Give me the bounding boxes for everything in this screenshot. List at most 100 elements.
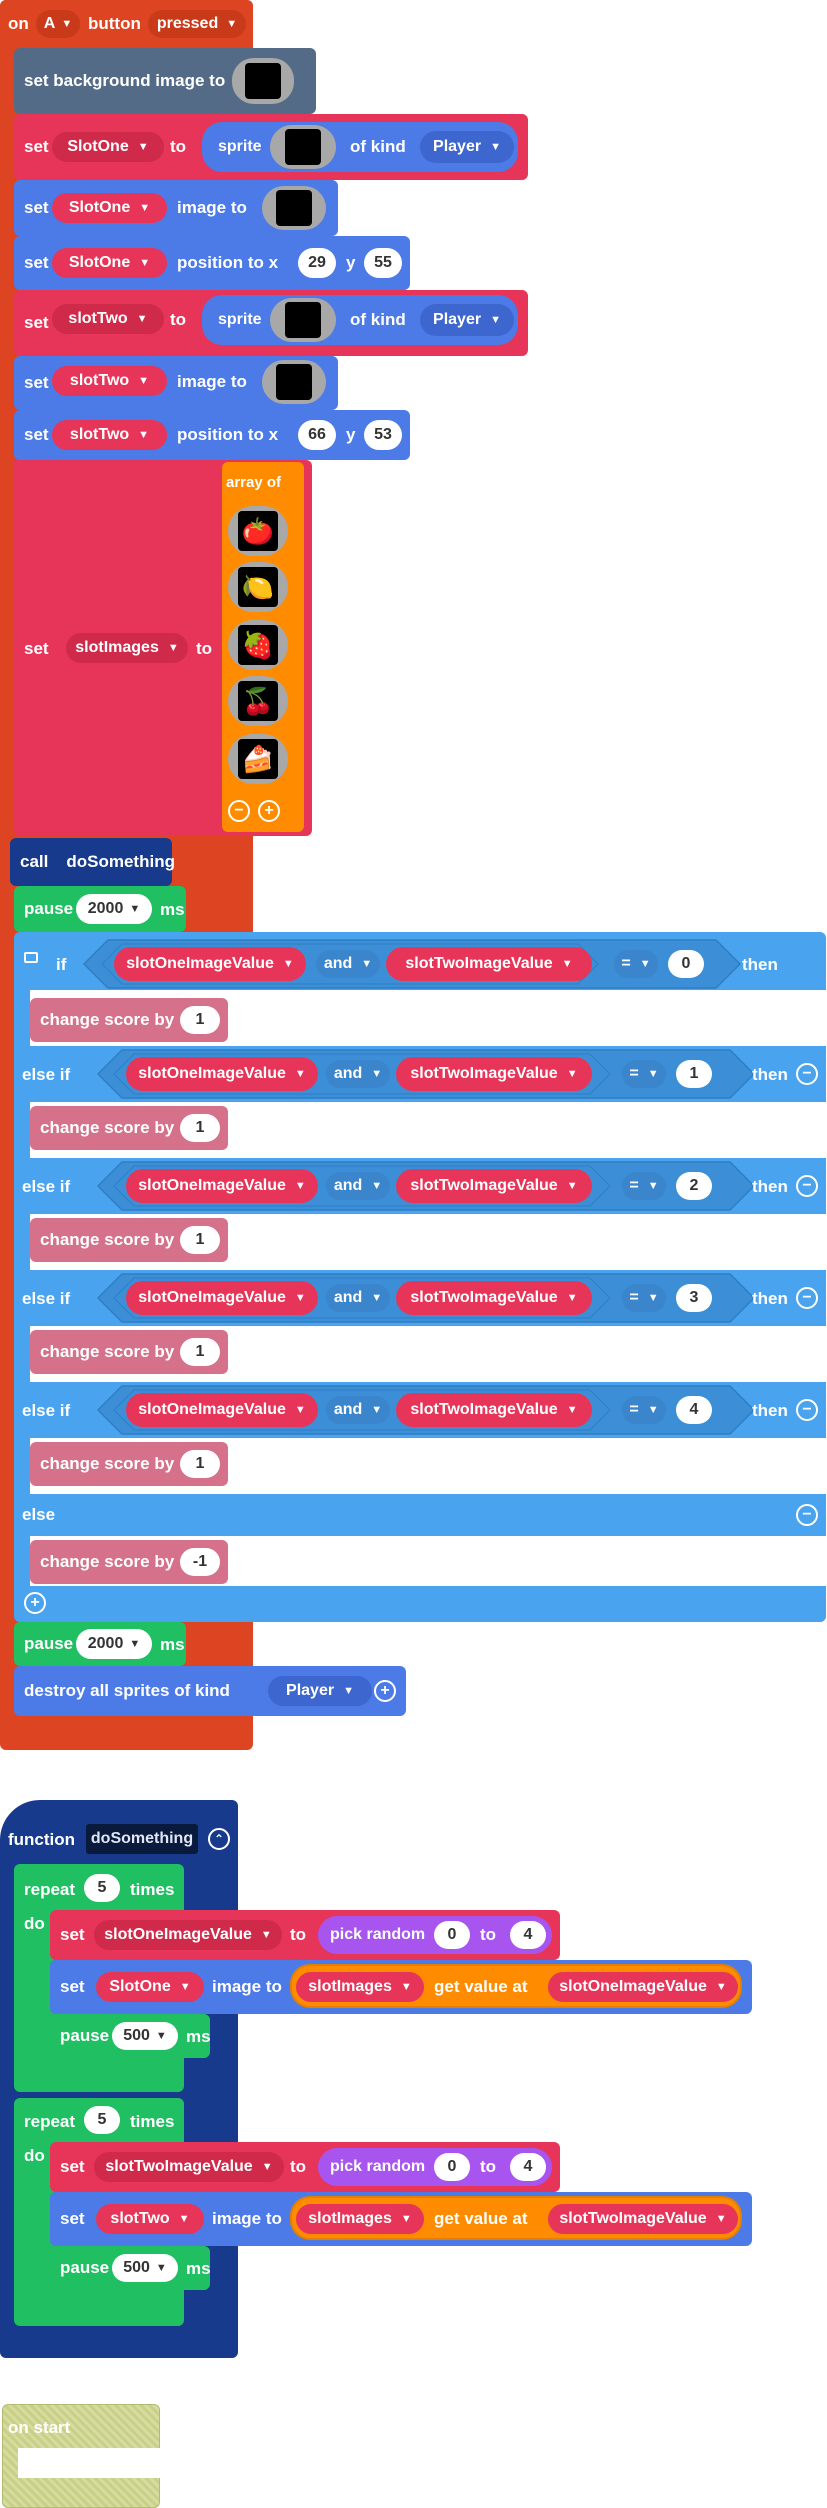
slotimages-var-dropdown[interactable]: slotImages	[66, 633, 188, 663]
slottwo-image-picker[interactable]	[262, 360, 326, 404]
random-1-min[interactable]: 0	[434, 1921, 470, 1949]
slotone-image-picker[interactable]	[262, 186, 326, 230]
fruit-slot-1[interactable]: 🍅	[228, 506, 288, 556]
cond-4-value[interactable]: 4	[676, 1396, 712, 1424]
remove-item-icon[interactable]: −	[228, 800, 250, 822]
slottwo-sprite-image-picker[interactable]	[270, 298, 336, 342]
slotone-sprite-image-picker[interactable]	[270, 125, 336, 169]
slotone-func-var-dropdown[interactable]: SlotOne	[96, 1972, 204, 2002]
score-value-0[interactable]: 1	[180, 1006, 220, 1034]
slottwo-y-input[interactable]: 53	[364, 420, 402, 450]
slotone-y-input[interactable]: 55	[364, 248, 402, 278]
slotone-image-var-dropdown[interactable]: SlotOne	[52, 193, 167, 223]
add-argument-icon[interactable]: +	[374, 1680, 396, 1702]
random-1-max[interactable]: 4	[510, 1921, 546, 1949]
cond-2-var-one[interactable]: slotOneImageValue	[126, 1169, 318, 1203]
random-2-min[interactable]: 0	[434, 2153, 470, 2181]
cond-2-and-dropdown[interactable]: and	[326, 1172, 390, 1200]
pause-1-dropdown[interactable]: 2000 ▼	[76, 894, 152, 924]
add-item-icon[interactable]: +	[258, 800, 280, 822]
cond-4-var-one[interactable]: slotOneImageValue	[126, 1393, 318, 1427]
fruit-slot-3[interactable]: 🍓	[228, 620, 288, 670]
cond-0-eq-dropdown[interactable]: =	[614, 950, 658, 978]
pause-3-dropdown[interactable]: 500 ▼	[112, 2022, 178, 2050]
repeat-2-count[interactable]: 5	[84, 2106, 120, 2134]
slottwo-kind-dropdown[interactable]: Player	[420, 304, 514, 336]
position-to-x-label: position to x	[177, 253, 279, 272]
to-label: to	[290, 2157, 307, 2176]
pause-2-dropdown[interactable]: 2000 ▼	[76, 1629, 152, 1659]
slottwo-image-var-dropdown[interactable]: slotTwo	[52, 366, 167, 396]
remove-elseif-icon[interactable]: −	[796, 1287, 818, 1309]
score-value-4[interactable]: 1	[180, 1450, 220, 1478]
cake-icon: 🍰	[238, 739, 278, 779]
remove-elseif-icon[interactable]: −	[796, 1399, 818, 1421]
slottwo-position-var-dropdown[interactable]: slotTwo	[52, 420, 167, 450]
slotone-kind-dropdown[interactable]: Player	[420, 131, 514, 163]
if-footer[interactable]	[14, 1586, 826, 1622]
score-value-2[interactable]: 1	[180, 1226, 220, 1254]
cond-0-value[interactable]: 0	[668, 950, 704, 978]
cond-0-and-dropdown[interactable]: and	[316, 950, 380, 978]
random-2-max[interactable]: 4	[510, 2153, 546, 2181]
comment-icon[interactable]	[24, 952, 38, 963]
cond-3-value[interactable]: 3	[676, 1284, 712, 1312]
else-if-label: else if	[22, 1289, 71, 1308]
background-image-picker[interactable]	[232, 58, 294, 104]
image-to-label: image to	[212, 1977, 282, 1996]
random-2-var-dropdown[interactable]: slotTwoImageValue	[94, 2152, 284, 2182]
repeat-label: repeat	[24, 1880, 76, 1899]
slotone-x-input[interactable]: 29	[298, 248, 336, 278]
index-var-dropdown-2[interactable]: slotTwoImageValue	[548, 2204, 738, 2234]
call-function-block[interactable]: call doSomething	[10, 838, 175, 886]
ms-label: ms	[186, 2027, 211, 2046]
state-dropdown[interactable]: pressed ▼	[148, 10, 246, 38]
cond-3-and-dropdown[interactable]: and	[326, 1284, 390, 1312]
slotone-position-var-dropdown[interactable]: SlotOne	[52, 248, 167, 278]
fruit-slot-5[interactable]: 🍰	[228, 734, 288, 784]
key-dropdown[interactable]: A ▼	[36, 10, 80, 38]
cond-1-and-dropdown[interactable]: and	[326, 1060, 390, 1088]
cond-2-var-two[interactable]: slotTwoImageValue	[396, 1169, 592, 1203]
to-label: to	[290, 1925, 307, 1944]
cond-4-and-dropdown[interactable]: and	[326, 1396, 390, 1424]
remove-else-icon[interactable]: −	[796, 1504, 818, 1526]
add-elseif-icon[interactable]: +	[24, 1592, 46, 1614]
cond-3-var-one[interactable]: slotOneImageValue	[126, 1281, 318, 1315]
cond-3-eq-dropdown[interactable]: =	[622, 1284, 666, 1312]
cond-1-var-two[interactable]: slotTwoImageValue	[396, 1057, 592, 1091]
fruit-slot-2[interactable]: 🍋	[228, 562, 288, 612]
score-value-1[interactable]: 1	[180, 1114, 220, 1142]
pause-4-dropdown[interactable]: 500 ▼	[112, 2254, 178, 2282]
fruit-slot-4[interactable]: 🍒	[228, 676, 288, 726]
cond-3-var-two[interactable]: slotTwoImageValue	[396, 1281, 592, 1315]
index-var-dropdown-1[interactable]: slotOneImageValue	[548, 1972, 738, 2002]
score-value-5[interactable]: -1	[180, 1548, 220, 1576]
slottwo-func-var-dropdown[interactable]: slotTwo	[96, 2204, 204, 2234]
slotimages-func-dropdown-2[interactable]: slotImages	[296, 2204, 424, 2234]
function-name-input[interactable]: doSomething	[86, 1824, 198, 1854]
destroy-kind-dropdown[interactable]: Player	[268, 1676, 372, 1706]
remove-elseif-icon[interactable]: −	[796, 1063, 818, 1085]
cond-1-eq-dropdown[interactable]: =	[622, 1060, 666, 1088]
cond-0-var-two[interactable]: slotTwoImageValue	[386, 947, 592, 981]
then-label: then	[752, 1177, 788, 1196]
random-1-var-dropdown[interactable]: slotOneImageValue	[94, 1920, 282, 1950]
remove-elseif-icon[interactable]: −	[796, 1175, 818, 1197]
collapse-function-icon[interactable]: ⌃	[208, 1828, 230, 1850]
cond-4-var-two[interactable]: slotTwoImageValue	[396, 1393, 592, 1427]
repeat-1-count[interactable]: 5	[84, 1874, 120, 1902]
else-row[interactable]	[14, 1494, 826, 1536]
cond-0-var-one[interactable]: slotOneImageValue	[114, 947, 306, 981]
slotimages-func-dropdown-1[interactable]: slotImages	[296, 1972, 424, 2002]
cond-2-eq-dropdown[interactable]: =	[622, 1172, 666, 1200]
else-if-label: else if	[22, 1177, 71, 1196]
cond-1-value[interactable]: 1	[676, 1060, 712, 1088]
cond-4-eq-dropdown[interactable]: =	[622, 1396, 666, 1424]
cond-2-value[interactable]: 2	[676, 1172, 712, 1200]
score-value-3[interactable]: 1	[180, 1338, 220, 1366]
slotone-var-dropdown[interactable]: SlotOne	[52, 132, 164, 162]
slottwo-x-input[interactable]: 66	[298, 420, 336, 450]
slottwo-var-dropdown[interactable]: slotTwo	[52, 304, 164, 334]
cond-1-var-one[interactable]: slotOneImageValue	[126, 1057, 318, 1091]
